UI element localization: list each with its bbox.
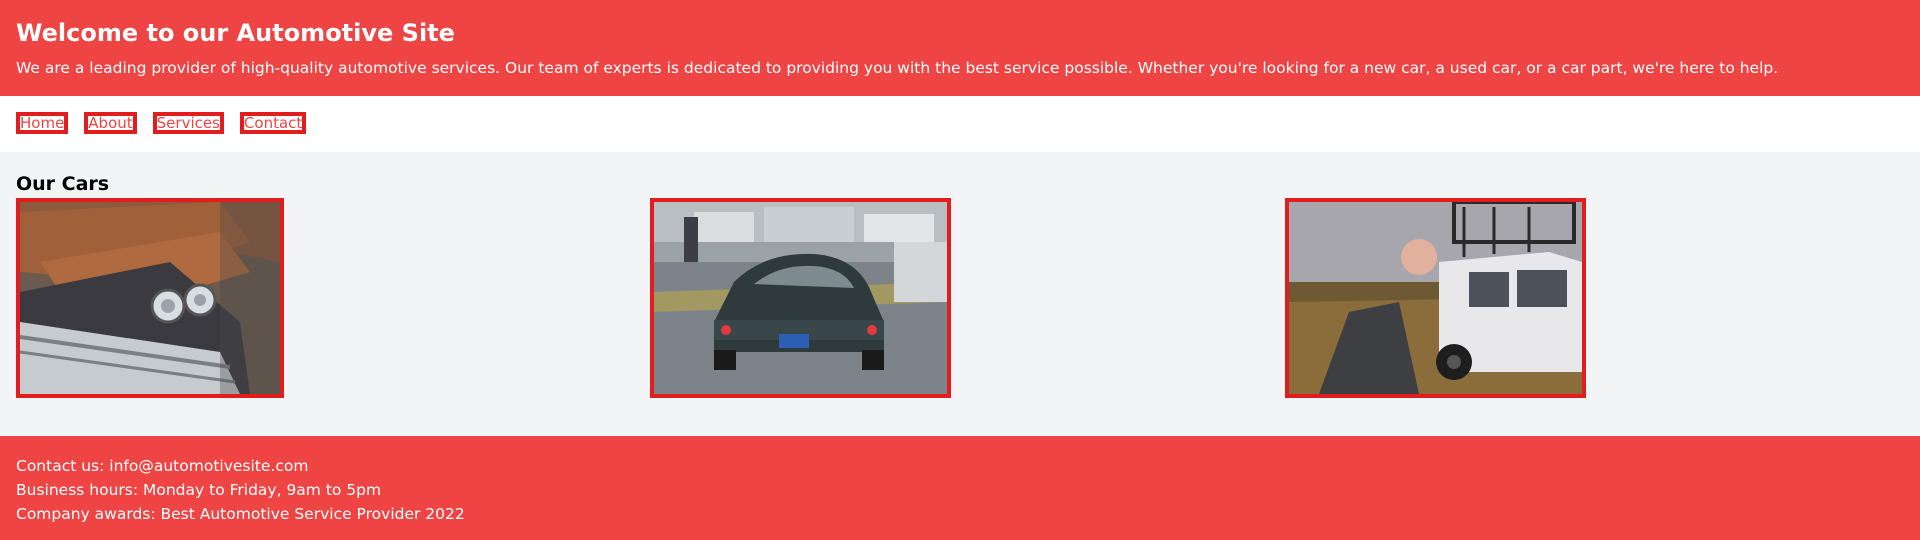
footer-contact: Contact us: info@automotivesite.com: [16, 457, 309, 475]
cars-section: Our Cars: [0, 152, 1920, 436]
nav-link-contact[interactable]: Contact: [239, 112, 307, 134]
nav-link-home[interactable]: Home: [16, 112, 69, 134]
nav-link-about[interactable]: About: [84, 112, 137, 134]
nav-link-services[interactable]: Services: [152, 112, 224, 134]
intro-text: We are a leading provider of high-qualit…: [16, 59, 1779, 77]
section-heading: Our Cars: [16, 173, 110, 195]
page-title: Welcome to our Automotive Site: [16, 19, 455, 47]
car-gallery: [16, 198, 1904, 398]
car-image-vintage: [16, 198, 284, 398]
classic-sports-car-photo: [654, 202, 947, 394]
site-header: Welcome to our Automotive Site We are a …: [0, 0, 1920, 96]
offroad-suv-photo: [1289, 202, 1582, 394]
car-image-classic: [650, 198, 951, 398]
vintage-car-photo: [20, 202, 280, 394]
footer-hours: Business hours: Monday to Friday, 9am to…: [16, 481, 382, 499]
main-nav: Home About Services Contact: [0, 96, 1920, 152]
car-image-offroad: [1285, 198, 1586, 398]
site-footer: Contact us: info@automotivesite.com Busi…: [0, 436, 1920, 540]
footer-awards: Company awards: Best Automotive Service …: [16, 505, 465, 523]
